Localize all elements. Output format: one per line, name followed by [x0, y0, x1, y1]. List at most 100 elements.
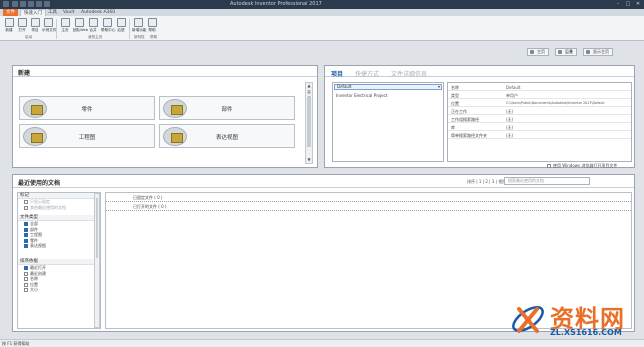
chevron-down-icon[interactable]: ▾	[438, 85, 440, 89]
scroll-down-icon[interactable]: ▼	[306, 157, 312, 163]
recent-panel-header: 最近使用的文档 排序 | 1 | 2 | 3 | 视图 搜索最近使用的文档	[13, 175, 634, 188]
minimize-button[interactable]: –	[614, 1, 622, 7]
new-panel: 新建 零件 部件 工程图 表达视图 ▲ 高级 ▼	[12, 65, 318, 168]
group-row-open[interactable]: 已打开的文件 ( 0 )	[106, 202, 631, 211]
open-folder-icon	[17, 18, 27, 27]
new-drawing-button[interactable]: 工程图	[19, 124, 155, 148]
ribbon-separator	[56, 19, 57, 39]
tab-tools[interactable]: 工具	[45, 9, 60, 16]
back-button[interactable]: 后退	[115, 18, 127, 32]
checkbox[interactable]	[24, 282, 28, 287]
scroll-thumb[interactable]	[96, 198, 98, 258]
new-file-icon	[4, 18, 14, 27]
filter-item[interactable]: 表达视图	[18, 243, 100, 249]
tab-vault[interactable]: Vault	[60, 9, 77, 16]
new-presentation-button[interactable]: 表达视图	[159, 124, 295, 148]
watermark: 资料网 ZL.XS1616.COM	[508, 297, 642, 343]
property-row: 简单搜索路径文件夹 (无)	[448, 131, 631, 139]
title-bar: Autodesk Inventor Professional 2017 – □ …	[0, 0, 644, 9]
new-part-button[interactable]: 零件	[19, 96, 155, 120]
cascade-view-button[interactable]: 层叠	[555, 48, 577, 56]
checkbox[interactable]	[24, 271, 28, 276]
checkbox[interactable]	[24, 238, 28, 243]
tab-a360[interactable]: Autodesk A360	[78, 9, 118, 16]
filter-item[interactable]: 其他最近使用的文档	[18, 205, 100, 211]
ribbon-tabs: 文件 快速入门 工具 Vault Autodesk A360	[0, 9, 644, 16]
close-button[interactable]: ✕	[634, 1, 642, 7]
quick-redo-icon[interactable]	[44, 1, 50, 7]
tab-projects[interactable]: 项目	[331, 69, 343, 78]
filter-item[interactable]: 大小	[18, 287, 100, 293]
property-row: 名称 Default	[448, 83, 631, 91]
project-panel-tabs: 项目 快捷方式 文件详细信息	[325, 66, 634, 78]
home-icon	[60, 18, 70, 27]
checkbox[interactable]	[24, 244, 28, 248]
status-text: 按 F1 获得帮助	[2, 341, 30, 346]
project-list-item[interactable]: Inventor Electrical Project	[336, 93, 387, 98]
quick-undo-icon[interactable]	[36, 1, 42, 7]
new-panel-title: 新建	[18, 70, 31, 77]
project-list[interactable]: Default ▾ Inventor Electrical Project	[332, 82, 444, 162]
recent-filter-pane: 标记 只显示固定 其他最近使用的文档 文件类型 全部 部件 工程图 零件 表达视…	[17, 192, 101, 329]
property-row: 工作组搜索路径 (无)	[448, 115, 631, 123]
maximize-button[interactable]: □	[624, 1, 632, 7]
sample-files-icon	[43, 18, 53, 27]
group-row-pinned[interactable]: 已固定文件 ( 0 )	[106, 193, 631, 202]
back-arrow-icon	[116, 18, 126, 27]
workspace: 主页 层叠 显示主页 新建 零件 部件 工程图 表达视图 ▲ 高 ▼ 项目 快捷…	[0, 41, 644, 339]
new-panel-scrollbar[interactable]: ▲ 高级 ▼	[305, 82, 313, 164]
recent-panel-title: 最近使用的文档	[18, 180, 61, 187]
window-title: Autodesk Inventor Professional 2017	[230, 1, 322, 7]
filter-scrollbar[interactable]	[94, 193, 100, 328]
project-properties: 名称 Default 类型 单用户 位置 C:\Users\Public\Docume…	[447, 82, 632, 162]
open-button[interactable]: 打开	[16, 18, 28, 32]
checkbox[interactable]	[24, 200, 28, 204]
app-logo-icon[interactable]	[3, 1, 9, 7]
ribbon-separator	[129, 19, 130, 39]
property-row: 位置 C:\Users\Public\Documents\Autodesk\Inv…	[448, 99, 631, 107]
help-center-button[interactable]: 帮助中心	[101, 18, 115, 32]
checkbox[interactable]	[24, 266, 28, 270]
quick-new-icon[interactable]	[12, 1, 18, 7]
show-home-button[interactable]: 显示主页	[583, 48, 613, 56]
filter-group-marks: 标记 只显示固定 其他最近使用的文档	[18, 193, 100, 210]
group-label-help: 帮助	[150, 35, 158, 39]
checkbox[interactable]	[24, 288, 28, 292]
group-label-new-features: 新特性	[134, 35, 145, 39]
watermark-logo-icon	[512, 306, 544, 333]
help-center-icon	[102, 18, 112, 27]
tab-file[interactable]: 文件	[3, 9, 18, 16]
checkbox[interactable]	[24, 222, 28, 226]
whats-new-button[interactable]: 新增功能	[132, 18, 146, 32]
project-list-item-selected[interactable]: Default ▾	[334, 84, 442, 90]
property-row: 正在工作 (无)	[448, 107, 631, 115]
checkbox[interactable]	[24, 205, 28, 210]
tab-shortcuts[interactable]: 快捷方式	[355, 69, 379, 78]
checkbox[interactable]	[24, 233, 28, 237]
property-row: 库 (无)	[448, 123, 631, 131]
recent-search-input[interactable]: 搜索最近使用的文档	[504, 177, 590, 185]
home-button[interactable]: 主页	[59, 18, 71, 32]
home-view-button[interactable]: 主页	[527, 48, 549, 56]
checkbox[interactable]	[24, 227, 28, 232]
recent-view-tools[interactable]: 排序 | 1 | 2 | 3 | 视图	[467, 179, 506, 185]
projects-button[interactable]: 项目	[29, 18, 41, 32]
sample-files-button[interactable]: 示例文件	[42, 18, 56, 32]
new-assembly-button[interactable]: 部件	[159, 96, 295, 120]
help-button[interactable]: 帮助	[146, 18, 158, 32]
checkbox[interactable]	[24, 277, 28, 281]
question-icon	[147, 18, 157, 27]
lightbulb-icon	[133, 18, 143, 27]
quick-save-icon[interactable]	[28, 1, 34, 7]
checkbox[interactable]	[547, 164, 551, 168]
scroll-thumb[interactable]	[307, 97, 311, 147]
filter-group-sort: 排序依据 最近打开 最近创建 名称 位置 大小	[18, 259, 100, 293]
tab-file-details[interactable]: 文件详细信息	[391, 69, 427, 78]
open-with-explorer-option[interactable]: 使用 Windows 浏览器打开项目文件	[547, 163, 617, 169]
new-button[interactable]: 新建	[3, 18, 15, 32]
quick-open-icon[interactable]	[20, 1, 26, 7]
new-panel-header: 新建	[13, 66, 317, 77]
team-web-button[interactable]: 团队Web	[73, 18, 88, 32]
tab-getting-started[interactable]: 快速入门	[20, 9, 46, 16]
merge-button[interactable]: 合并	[87, 18, 99, 32]
